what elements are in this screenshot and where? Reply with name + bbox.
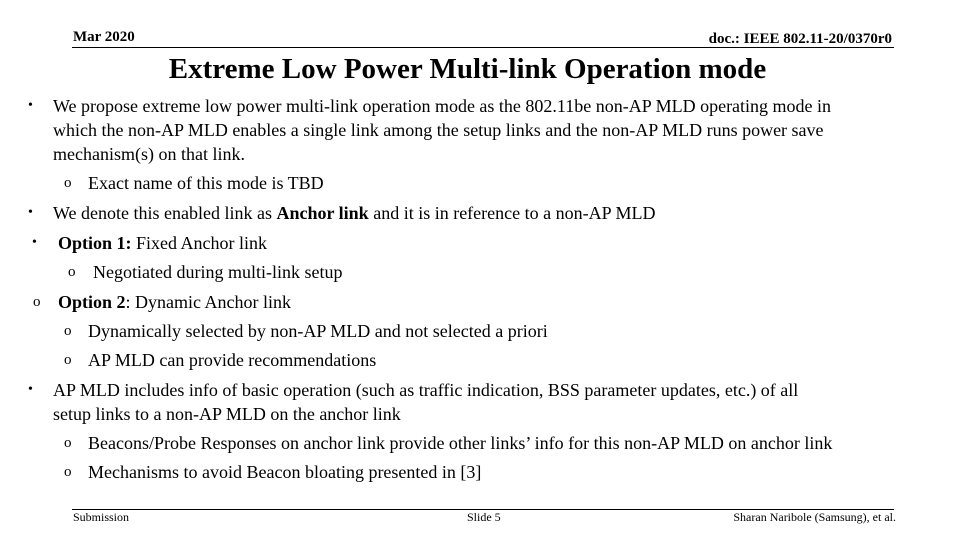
bullet-1-sub-1: Exact name of this mode is TBD [88, 173, 324, 193]
option-2-sub-1: Dynamically selected by non-AP MLD and n… [88, 321, 548, 341]
header-date: Mar 2020 [73, 29, 135, 45]
bullet-5-line-2: setup links to a non-AP MLD on the ancho… [53, 404, 401, 424]
option-2: Option 2: Dynamic Anchor link [58, 292, 291, 312]
option-2-label: Option 2 [58, 292, 126, 312]
sub-bullet-icon: o [64, 175, 72, 191]
bullet-2-text-pre: We denote this enabled link as [53, 203, 277, 223]
sub-bullet-icon: o [64, 352, 72, 368]
bullet-5-line-1: AP MLD includes info of basic operation … [53, 380, 799, 400]
footer-submission: Submission [73, 510, 130, 524]
footer-slide-number: Slide 5 [467, 510, 501, 524]
sub-bullet-icon: o [33, 294, 41, 310]
sub-bullet-icon: o [64, 464, 72, 480]
bullet-5-sub-2: Mechanisms to avoid Beacon bloating pres… [88, 462, 482, 482]
bullet-icon: • [28, 98, 33, 113]
option-2-sub-2: AP MLD can provide recommendations [88, 350, 377, 370]
bullet-2: We denote this enabled link as Anchor li… [53, 203, 655, 223]
bullet-icon: • [28, 382, 33, 397]
option-1-text: Fixed Anchor link [131, 233, 268, 253]
header-divider [72, 47, 894, 48]
option-1-sub-1: Negotiated during multi-link setup [93, 262, 343, 282]
bullet-2-bold: Anchor link [276, 203, 369, 223]
bullet-1-line-3: mechanism(s) on that link. [53, 144, 245, 164]
bullet-icon: • [28, 205, 33, 220]
bullet-1-line-2: which the non-AP MLD enables a single li… [53, 120, 824, 140]
sub-bullet-icon: o [64, 435, 72, 451]
bullet-icon: • [32, 235, 37, 250]
bullet-2-text-post: and it is in reference to a non-AP MLD [368, 203, 656, 223]
header-doc-id: doc.: IEEE 802.11-20/0370r0 [708, 31, 892, 47]
footer-author: Sharan Naribole (Samsung), et al. [733, 510, 896, 524]
slide-title: Extreme Low Power Multi-link Operation m… [168, 53, 767, 85]
option-1: Option 1: Fixed Anchor link [58, 233, 267, 253]
bullet-1-line-1: We propose extreme low power multi-link … [53, 96, 832, 116]
bullet-5-sub-1: Beacons/Probe Responses on anchor link p… [88, 433, 833, 453]
sub-bullet-icon: o [68, 264, 76, 280]
option-2-text: : Dynamic Anchor link [125, 292, 292, 312]
sub-bullet-icon: o [64, 323, 72, 339]
option-1-label: Option 1: [58, 233, 132, 253]
